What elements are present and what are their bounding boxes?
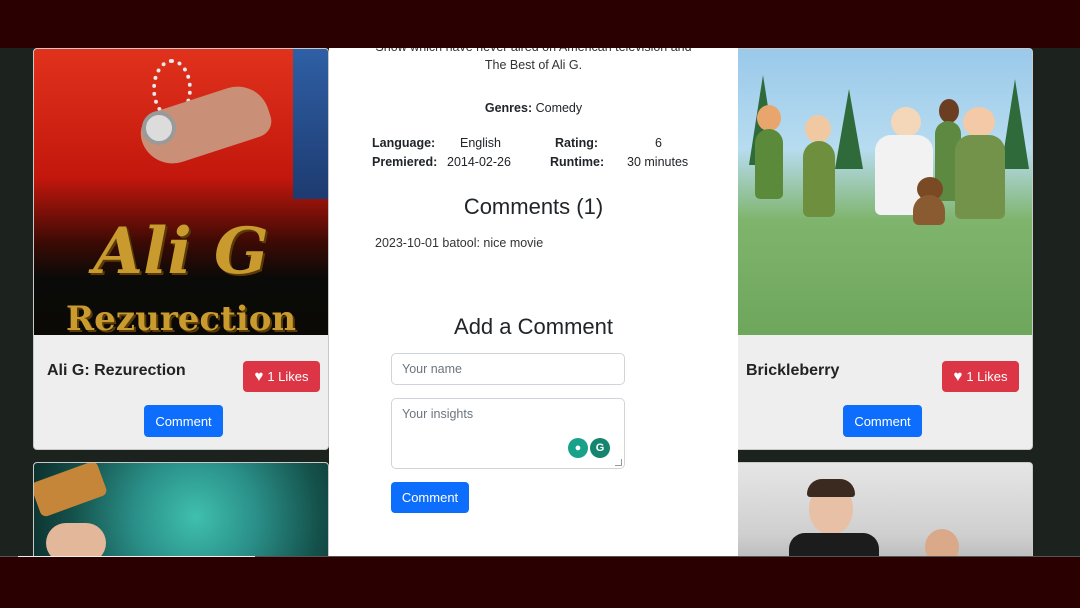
- show-poster[interactable]: [733, 463, 1032, 557]
- submit-comment-button[interactable]: Comment: [391, 482, 469, 513]
- show-card-row2-right: [732, 462, 1033, 557]
- grammarly-bulb-icon[interactable]: ●: [568, 438, 588, 458]
- like-count: 1 Likes: [267, 369, 309, 384]
- name-placeholder: Your name: [402, 362, 462, 376]
- heart-icon: ♥: [953, 368, 963, 385]
- bottom-letterbox: [0, 557, 1080, 608]
- insights-placeholder: Your insights: [402, 407, 474, 421]
- comment-button[interactable]: Comment: [144, 405, 223, 437]
- show-description: The Best of Ali G.: [484, 58, 583, 72]
- runtime-label: Runtime:: [550, 155, 605, 169]
- poster-title-text: Ali G: [93, 214, 269, 289]
- like-count: 1 Likes: [966, 369, 1008, 384]
- rating-label: Rating:: [555, 136, 599, 150]
- like-button[interactable]: ♥ 1 Likes: [243, 361, 320, 392]
- genres-value: Comedy: [535, 101, 583, 115]
- comment-button[interactable]: Comment: [843, 405, 922, 437]
- show-card-alig: Ali G Rezurection Ali G: Rezurection ♥ 1…: [33, 48, 329, 450]
- grammarly-g-icon[interactable]: G: [590, 438, 610, 458]
- premiered-value: 2014-02-26: [447, 155, 511, 169]
- rating-value: 6: [655, 136, 662, 150]
- show-poster[interactable]: [733, 49, 1032, 335]
- show-poster[interactable]: [34, 463, 328, 557]
- genres-label: Genres:: [484, 101, 533, 115]
- name-input[interactable]: Your name: [391, 353, 625, 385]
- show-title: Brickleberry: [746, 362, 840, 379]
- resize-handle-icon[interactable]: [615, 459, 622, 466]
- like-button[interactable]: ♥ 1 Likes: [942, 361, 1019, 392]
- genres-row: Genres: Comedy: [329, 101, 738, 115]
- language-label: Language:: [372, 136, 436, 150]
- comments-heading: Comments (1): [463, 194, 604, 219]
- show-details-modal: Show which have never aired on American …: [329, 48, 738, 557]
- grammarly-widget[interactable]: ● G: [568, 438, 610, 458]
- comment-item: 2023-10-01 batool: nice movie: [375, 236, 544, 250]
- premiered-label: Premiered:: [372, 155, 438, 169]
- language-value: English: [460, 136, 501, 150]
- show-card-row2-left: [33, 462, 329, 557]
- show-title: Ali G: Rezurection: [47, 362, 186, 379]
- show-card-brickleberry: Brickleberry ♥ 1 Likes Comment: [732, 48, 1033, 450]
- poster-subtitle-text: Rezurection: [65, 299, 297, 335]
- heart-icon: ♥: [254, 368, 264, 385]
- show-poster[interactable]: Ali G Rezurection: [34, 49, 328, 335]
- add-comment-heading: Add a Comment: [454, 314, 613, 339]
- insights-textarea[interactable]: Your insights ● G: [391, 398, 625, 469]
- top-letterbox: [0, 0, 1080, 48]
- runtime-value: 30 minutes: [627, 155, 689, 169]
